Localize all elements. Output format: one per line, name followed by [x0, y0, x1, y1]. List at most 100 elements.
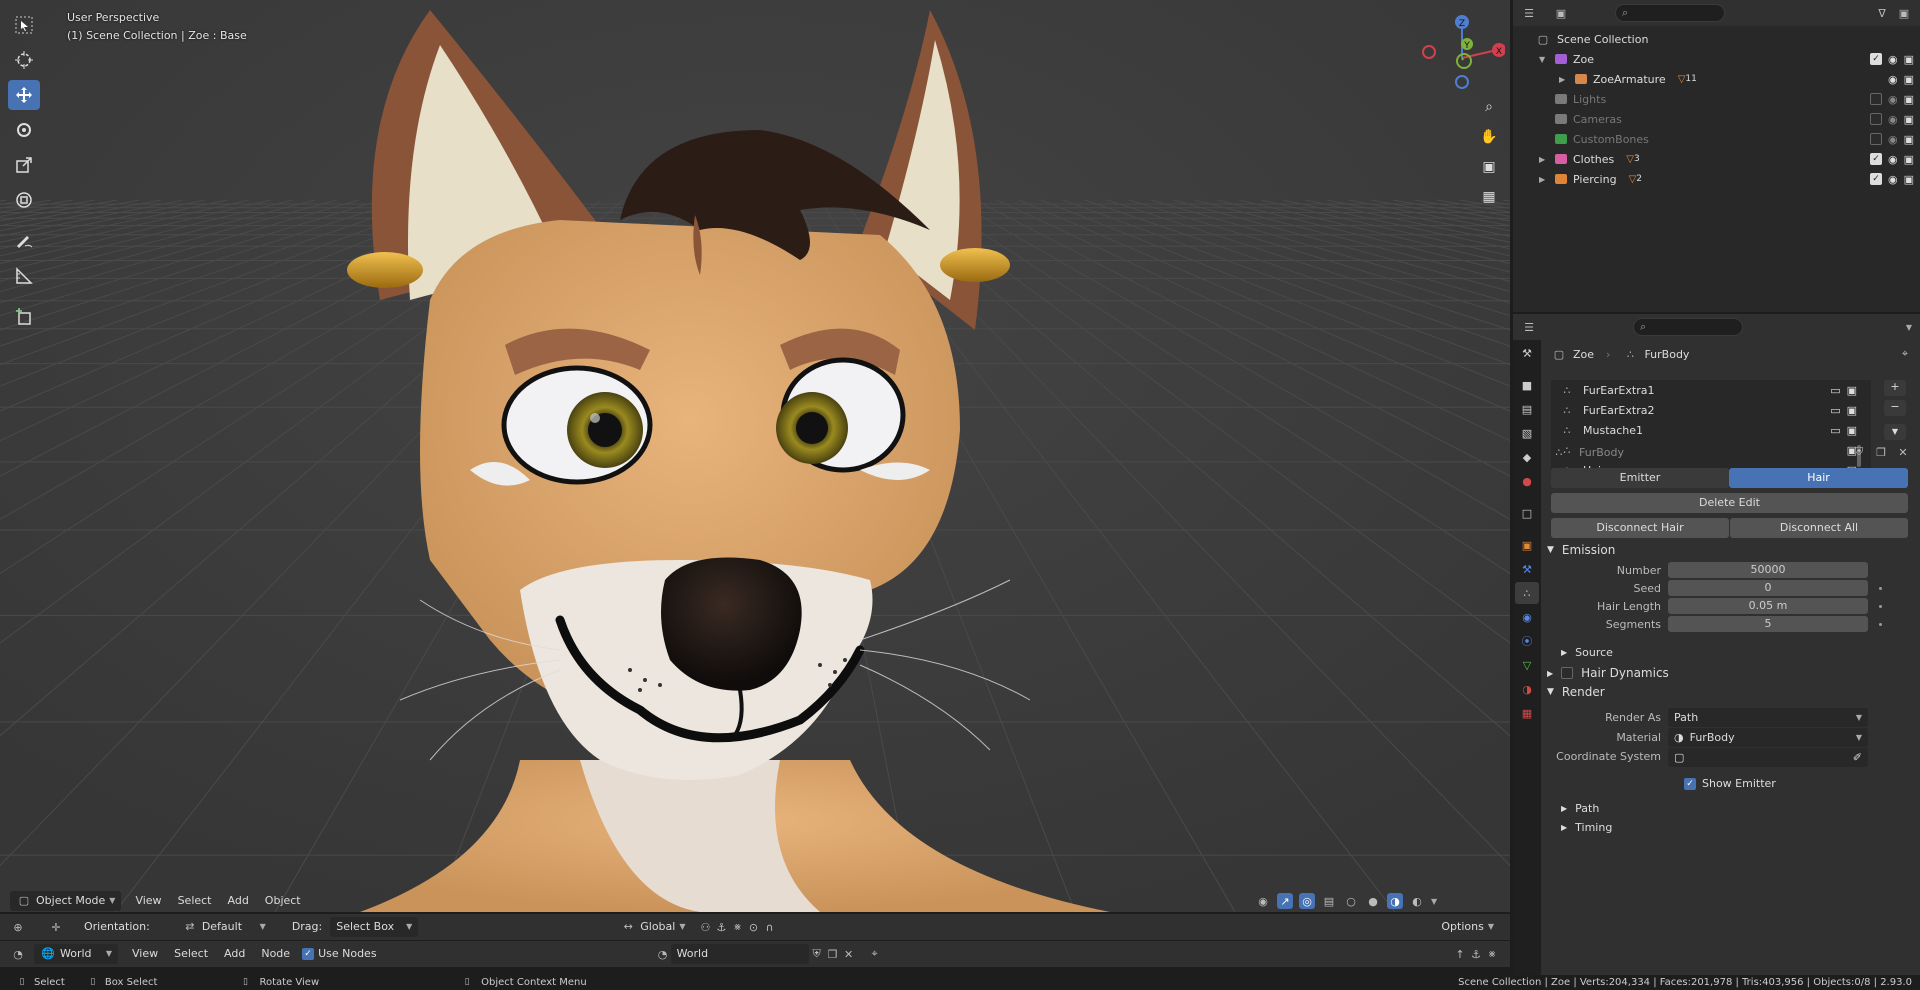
fox-character-model[interactable]	[0, 0, 1510, 912]
emission-field-value[interactable]: 0.05 m	[1668, 598, 1868, 614]
emission-field-value[interactable]: 5	[1668, 616, 1868, 632]
particle-settings-field[interactable]: FurBody	[1573, 442, 1845, 462]
new-collection-icon[interactable]: ▣	[1896, 5, 1912, 21]
outliner-row[interactable]: ▶ ZoeArmature ▽ 11 ◉ ▣	[1513, 69, 1920, 89]
node-menu-node[interactable]: Node	[253, 944, 298, 964]
display-mode-icon[interactable]: ▣	[1553, 5, 1569, 21]
shading-options-icon[interactable]: ▼	[1431, 897, 1437, 906]
editor-type-icon[interactable]: ☰	[1521, 5, 1537, 21]
specials-menu-button[interactable]: ▼	[1884, 424, 1906, 440]
solid-shading-icon[interactable]: ●	[1365, 893, 1381, 909]
output-tab-icon[interactable]: ▤	[1515, 398, 1539, 420]
menu-object[interactable]: Object	[257, 891, 309, 911]
exclude-checkbox[interactable]	[1869, 92, 1882, 105]
expand-arrow-icon[interactable]: ▶	[1559, 75, 1575, 84]
navigation-gizmo[interactable]: Z X Y	[1415, 10, 1505, 95]
disconnect-all-button[interactable]: Disconnect All	[1730, 518, 1908, 538]
emission-field-value[interactable]: 0	[1668, 580, 1868, 596]
object-tab-icon[interactable]: ▣	[1515, 534, 1539, 556]
outliner-row[interactable]: Cameras ◉ ▣	[1513, 109, 1920, 129]
render-tab-icon[interactable]: ■	[1515, 374, 1539, 396]
exclude-checkbox[interactable]	[1869, 112, 1882, 125]
eye-icon[interactable]: ◉	[1888, 113, 1898, 126]
use-nodes-checkbox[interactable]: ✓	[302, 948, 315, 960]
transform-tool[interactable]	[8, 185, 40, 215]
measure-tool[interactable]	[8, 261, 40, 291]
eye-icon[interactable]: ◉	[1888, 133, 1898, 146]
physics-tab-icon[interactable]: ◉	[1515, 606, 1539, 628]
expand-arrow-icon[interactable]: ▶	[1539, 155, 1555, 164]
pin-icon[interactable]: ⌖	[1897, 346, 1913, 362]
node-menu-view[interactable]: View	[124, 944, 166, 964]
transform-orientation-dropdown[interactable]: ↔ Global ▼	[614, 917, 691, 937]
material-shading-icon[interactable]: ◑	[1387, 893, 1403, 909]
snap-target-icon[interactable]: ⨳	[729, 919, 745, 935]
camera-icon[interactable]: ▣	[1904, 173, 1914, 186]
snap-element-icon[interactable]: ⨳	[1484, 946, 1500, 962]
particle-system-item[interactable]: ∴ FurEarExtra1 ▭ ▣	[1551, 380, 1871, 400]
camera-icon[interactable]: ▣	[1904, 133, 1914, 146]
outliner-row[interactable]: ▶ Clothes ▽ 3 ✓ ◉ ▣	[1513, 149, 1920, 169]
camera-view-icon[interactable]: ▣	[1477, 155, 1501, 179]
pin-icon[interactable]: ⌖	[867, 946, 883, 962]
delete-edit-button[interactable]: Delete Edit	[1551, 493, 1908, 513]
coordinate-system-field[interactable]: ▢ ✐	[1668, 748, 1868, 767]
shader-type-dropdown[interactable]: 🌐 World ▼	[34, 944, 118, 964]
constraints-tab-icon[interactable]: ⦿	[1515, 630, 1539, 652]
pan-hand-icon[interactable]: ✋	[1477, 125, 1501, 149]
camera-icon[interactable]: ▣	[1904, 93, 1914, 106]
particle-system-item[interactable]: ∴ Mustache1 ▭ ▣	[1551, 420, 1871, 440]
modifier-tab-icon[interactable]: ⚒	[1515, 558, 1539, 580]
orientation-dropdown[interactable]: ⇄ Default ▼	[176, 917, 272, 937]
emission-panel-header[interactable]: ▼ Emission	[1547, 543, 1615, 557]
source-panel-header[interactable]: ▶ Source	[1561, 646, 1613, 659]
camera-icon[interactable]: ▣	[1904, 73, 1914, 86]
camera-icon[interactable]: ▣	[1904, 53, 1914, 66]
visibility-icon[interactable]: ◉	[1255, 893, 1271, 909]
expand-arrow-icon[interactable]: ▼	[1539, 55, 1555, 64]
render-panel-header[interactable]: ▼ Render	[1547, 685, 1605, 699]
world-tab-icon[interactable]: ●	[1515, 470, 1539, 492]
eye-icon[interactable]: ◉	[1888, 73, 1898, 86]
exclude-checkbox[interactable]	[1869, 132, 1882, 145]
exclude-checkbox[interactable]: ✓	[1869, 152, 1882, 165]
viewport-display-icon[interactable]: ▭	[1830, 424, 1840, 437]
pivot-point-icon[interactable]: ⚇	[697, 919, 713, 935]
type-hair-tab[interactable]: Hair	[1729, 468, 1908, 488]
xray-icon[interactable]: ▤	[1321, 893, 1337, 909]
emission-field-value[interactable]: 50000	[1668, 562, 1868, 578]
add-slot-button[interactable]: +	[1884, 380, 1906, 396]
drag-dropdown[interactable]: Select Box ▼	[330, 917, 419, 937]
rotate-tool[interactable]	[8, 115, 40, 145]
scale-tool[interactable]	[8, 150, 40, 180]
filter-icon[interactable]: ∇	[1874, 5, 1890, 21]
parent-node-tree-icon[interactable]: ↑	[1452, 946, 1468, 962]
animate-property-dot[interactable]	[1879, 605, 1882, 608]
menu-view[interactable]: View	[127, 891, 169, 911]
wireframe-shading-icon[interactable]: ○	[1343, 893, 1359, 909]
remove-slot-button[interactable]: −	[1884, 400, 1906, 416]
close-icon[interactable]: ✕	[841, 946, 857, 962]
eyedropper-icon[interactable]: ✐	[1853, 748, 1862, 767]
disconnect-hair-button[interactable]: Disconnect Hair	[1551, 518, 1729, 538]
zoom-view-icon[interactable]: ⌕	[1477, 95, 1501, 119]
view-layer-tab-icon[interactable]: ▧	[1515, 422, 1539, 444]
animate-property-dot[interactable]	[1879, 587, 1882, 590]
outliner-row[interactable]: ▼ Zoe ✓ ◉ ▣	[1513, 49, 1920, 69]
collection-tab-icon[interactable]: □	[1515, 502, 1539, 524]
add-cube-tool[interactable]	[8, 302, 40, 332]
editor-type-icon[interactable]: ☰	[1521, 319, 1537, 335]
exclude-checkbox[interactable]: ✓	[1869, 52, 1882, 65]
camera-icon[interactable]: ▣	[1904, 113, 1914, 126]
outliner-row[interactable]: CustomBones ◉ ▣	[1513, 129, 1920, 149]
mode-dropdown[interactable]: ▢ Object Mode ▼	[10, 891, 122, 911]
material-tab-icon[interactable]: ◑	[1515, 678, 1539, 700]
select-tool[interactable]	[8, 10, 40, 40]
path-panel-header[interactable]: ▶ Path	[1561, 802, 1599, 815]
texture-tab-icon[interactable]: ▦	[1515, 702, 1539, 724]
render-as-dropdown[interactable]: Path ▼	[1668, 708, 1868, 727]
camera-icon[interactable]: ▣	[1904, 153, 1914, 166]
viewport-display-icon[interactable]: ▭	[1830, 384, 1840, 397]
properties-search-input[interactable]: ⌕	[1633, 318, 1743, 336]
rendered-shading-icon[interactable]: ◐	[1409, 893, 1425, 909]
